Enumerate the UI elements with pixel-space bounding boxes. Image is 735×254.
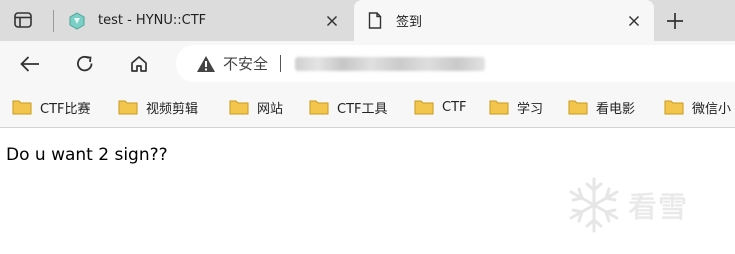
folder-icon bbox=[118, 100, 138, 115]
folder-icon bbox=[568, 100, 588, 115]
home-button[interactable] bbox=[124, 49, 154, 79]
tab-signin[interactable]: 签到 bbox=[354, 0, 654, 41]
refresh-button[interactable] bbox=[70, 49, 100, 79]
warning-icon bbox=[196, 54, 216, 74]
tab-actions-button[interactable] bbox=[8, 9, 38, 31]
arrow-left-icon bbox=[20, 56, 39, 72]
bookmark-label: 网站 bbox=[257, 101, 284, 117]
tab-actions-icon bbox=[14, 12, 32, 28]
bookmark-folder[interactable]: 看电影 bbox=[568, 95, 635, 119]
bookmark-label: 看电影 bbox=[596, 101, 636, 117]
bookmark-label: CTF比赛 bbox=[40, 101, 91, 117]
folder-icon bbox=[414, 100, 434, 115]
tab-separator bbox=[53, 10, 54, 32]
home-icon bbox=[131, 56, 147, 72]
bookmark-label: CTF工具 bbox=[337, 101, 388, 117]
folder-icon bbox=[309, 100, 329, 115]
document-icon bbox=[366, 12, 384, 30]
bookmark-label: 学习 bbox=[517, 101, 544, 117]
watermark: 看雪 bbox=[566, 176, 688, 234]
folder-icon bbox=[12, 100, 32, 115]
address-bar[interactable]: 不安全 bbox=[176, 45, 735, 82]
close-tab-button[interactable] bbox=[620, 7, 648, 35]
tab-strip: test - HYNU::CTF 签到 bbox=[0, 0, 735, 41]
bookmark-folder[interactable]: CTF比赛 bbox=[12, 95, 91, 119]
bookmark-label: CTF bbox=[442, 99, 467, 115]
close-icon bbox=[326, 15, 338, 26]
watermark-text: 看雪 bbox=[628, 190, 689, 224]
ctf-logo-icon bbox=[68, 11, 86, 30]
tab-title: test - HYNU::CTF bbox=[98, 13, 207, 28]
bookmark-label: 视频剪辑 bbox=[146, 101, 199, 117]
close-tab-button[interactable] bbox=[318, 7, 346, 35]
snowflake-icon bbox=[569, 177, 619, 233]
url-text-redacted[interactable] bbox=[295, 56, 486, 71]
bookmark-folder[interactable]: CTF工具 bbox=[309, 95, 388, 119]
plus-icon bbox=[667, 13, 683, 29]
new-tab-button[interactable] bbox=[660, 6, 690, 36]
bookmark-label: 微信小 bbox=[692, 101, 732, 117]
close-icon bbox=[628, 15, 640, 26]
tab-ctf[interactable]: test - HYNU::CTF bbox=[56, 0, 352, 41]
bookmarks-bar: CTF比赛 视频剪辑 网站 CTF工具 CTF 学习 看电影 微信小 bbox=[0, 86, 735, 128]
bookmark-folder[interactable]: 视频剪辑 bbox=[118, 95, 198, 119]
folder-icon bbox=[229, 100, 249, 115]
address-separator bbox=[280, 55, 282, 72]
folder-icon bbox=[489, 100, 509, 115]
bookmark-folder[interactable]: CTF bbox=[414, 95, 467, 119]
tab-title: 签到 bbox=[396, 15, 423, 30]
bookmark-folder[interactable]: 网站 bbox=[229, 95, 283, 119]
toolbar: 不安全 bbox=[0, 41, 735, 86]
folder-icon bbox=[664, 100, 684, 115]
back-button[interactable] bbox=[15, 49, 45, 79]
security-label[interactable]: 不安全 bbox=[223, 53, 268, 74]
bookmark-folder[interactable]: 学习 bbox=[489, 95, 543, 119]
bookmark-folder[interactable]: 微信小 bbox=[664, 95, 731, 119]
refresh-icon bbox=[77, 55, 93, 72]
page-text: Do u want 2 sign?? bbox=[6, 145, 168, 165]
